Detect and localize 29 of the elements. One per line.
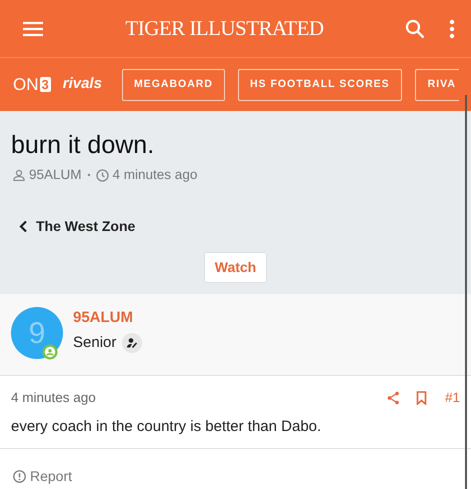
- clock-icon: [96, 168, 109, 182]
- nav-link-button[interactable]: HS FOOTBALL SCORES: [238, 68, 402, 100]
- separator-dot-icon: [86, 173, 91, 178]
- warning-icon: [13, 470, 26, 483]
- nav-link-button[interactable]: RIVA: [414, 68, 459, 100]
- user-icon: [13, 169, 25, 182]
- rivals-logo[interactable]: rivals: [62, 73, 102, 96]
- online-badge-icon: [42, 344, 58, 360]
- report-link[interactable]: Report: [13, 466, 72, 487]
- post-number-link[interactable]: #1: [444, 388, 460, 408]
- bookmark-icon[interactable]: [416, 391, 427, 406]
- forum-back-link[interactable]: The West Zone: [19, 216, 136, 238]
- user-rank: Senior: [73, 332, 116, 352]
- thread-time: 4 minutes ago: [112, 166, 198, 184]
- share-icon[interactable]: [386, 391, 400, 406]
- chevron-left-icon: [19, 220, 28, 234]
- on3-logo[interactable]: ON 3: [13, 72, 51, 98]
- menu-icon[interactable]: [22, 20, 44, 36]
- nav-link-button[interactable]: MEGABOARD: [122, 68, 225, 100]
- scrollbar[interactable]: [465, 95, 467, 489]
- post-body: every coach in the country is better than Dabo.: [11, 417, 322, 438]
- more-options-icon[interactable]: [449, 18, 455, 38]
- search-icon[interactable]: [405, 18, 425, 38]
- watch-button[interactable]: Watch: [204, 252, 268, 284]
- thread-author[interactable]: 95ALUM: [29, 165, 82, 186]
- post-time[interactable]: 4 minutes ago: [11, 388, 387, 408]
- thread-title: burn it down.: [11, 130, 156, 161]
- post-username[interactable]: 95ALUM: [73, 307, 142, 330]
- user-edit-icon: [122, 332, 142, 353]
